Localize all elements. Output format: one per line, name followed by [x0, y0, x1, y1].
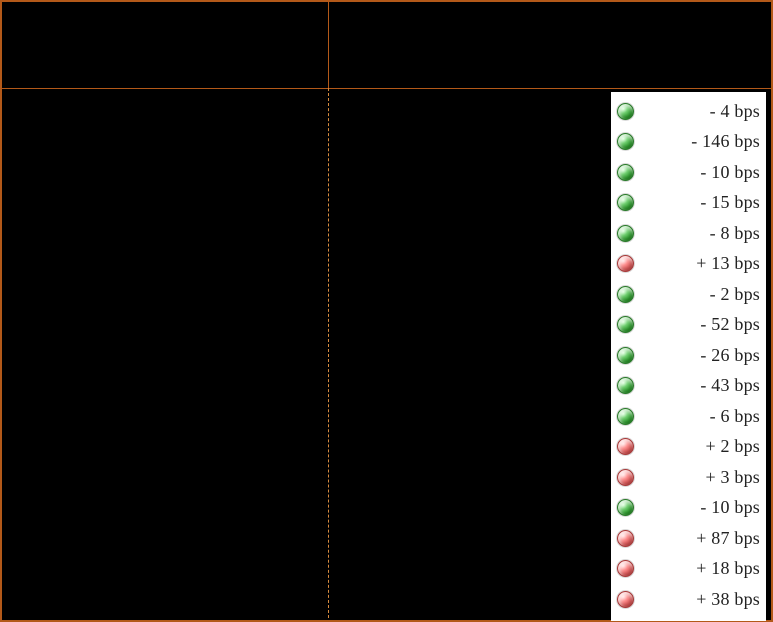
bps-value: - 10 bps	[638, 162, 760, 183]
status-dot-down-icon	[617, 316, 634, 333]
bps-row: - 10 bps	[617, 157, 760, 188]
status-dot-down-icon	[617, 347, 634, 364]
status-dot-down-icon	[617, 499, 634, 516]
status-dot-down-icon	[617, 194, 634, 211]
bps-row: - 43 bps	[617, 371, 760, 402]
status-dot-up-icon	[617, 560, 634, 577]
bps-row: - 4 bps	[617, 96, 760, 127]
bps-value: + 18 bps	[638, 558, 760, 579]
status-dot-up-icon	[617, 255, 634, 272]
bps-row: - 10 bps	[617, 493, 760, 524]
status-dot-down-icon	[617, 103, 634, 120]
status-dot-down-icon	[617, 377, 634, 394]
bps-value: + 87 bps	[638, 528, 760, 549]
bps-value: - 26 bps	[638, 345, 760, 366]
bps-value: - 4 bps	[638, 101, 760, 122]
bps-value: - 8 bps	[638, 223, 760, 244]
bps-row: + 2 bps	[617, 432, 760, 463]
bps-value: - 146 bps	[638, 131, 760, 152]
table-frame: - 4 bps - 146 bps - 10 bps - 15 bps - 8 bps +…	[0, 0, 773, 622]
bps-value: - 52 bps	[638, 314, 760, 335]
status-dot-up-icon	[617, 591, 634, 608]
bps-value: - 43 bps	[638, 375, 760, 396]
vertical-divider-dashed	[328, 88, 329, 618]
status-dot-down-icon	[617, 286, 634, 303]
bps-value: + 2 bps	[638, 436, 760, 457]
bps-row: + 38 bps	[617, 584, 760, 615]
bps-row: - 52 bps	[617, 310, 760, 341]
bps-row: + 87 bps	[617, 523, 760, 554]
bps-value: - 10 bps	[638, 497, 760, 518]
status-dot-down-icon	[617, 164, 634, 181]
bps-value: + 38 bps	[638, 589, 760, 610]
status-dot-up-icon	[617, 438, 634, 455]
bps-value: + 3 bps	[638, 467, 760, 488]
bps-change-panel: - 4 bps - 146 bps - 10 bps - 15 bps - 8 bps +…	[611, 92, 766, 621]
status-dot-down-icon	[617, 225, 634, 242]
status-dot-down-icon	[617, 408, 634, 425]
bps-row: - 2 bps	[617, 279, 760, 310]
bps-value: - 6 bps	[638, 406, 760, 427]
bps-value: + 13 bps	[638, 253, 760, 274]
bps-row: + 13 bps	[617, 249, 760, 280]
horizontal-divider	[2, 88, 771, 89]
status-dot-up-icon	[617, 469, 634, 486]
bps-row: - 6 bps	[617, 401, 760, 432]
bps-row: - 26 bps	[617, 340, 760, 371]
vertical-divider-top	[328, 2, 329, 88]
bps-value: - 15 bps	[638, 192, 760, 213]
bps-row: - 146 bps	[617, 127, 760, 158]
bps-row: + 3 bps	[617, 462, 760, 493]
bps-row: - 8 bps	[617, 218, 760, 249]
bps-value: - 2 bps	[638, 284, 760, 305]
bps-row: - 15 bps	[617, 188, 760, 219]
status-dot-down-icon	[617, 133, 634, 150]
bps-row: + 18 bps	[617, 554, 760, 585]
status-dot-up-icon	[617, 530, 634, 547]
